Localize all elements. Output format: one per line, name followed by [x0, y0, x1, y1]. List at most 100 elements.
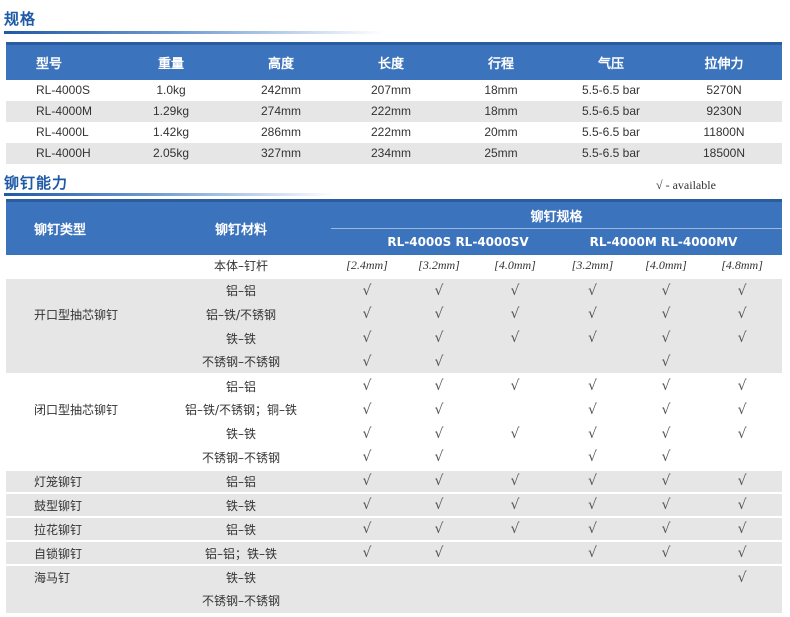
spec-header-weight: 重量: [116, 42, 226, 80]
rivet-type-cell: [6, 350, 151, 374]
spec-header-height: 高度: [226, 42, 336, 80]
spec-table-body: RL-4000S 1.0kg 242mm 207mm 18mm 5.5-6.5 bar 52…: [6, 80, 782, 164]
check-icon: √: [555, 516, 630, 542]
check-icon: √: [403, 492, 475, 518]
empty-check-cell: [475, 540, 555, 566]
spec-cell: 1.42kg: [152, 125, 190, 139]
check-icon: √: [475, 277, 555, 303]
rivet-material-cell: 铝–铝: [151, 372, 331, 398]
size-cell: [4.0mm]: [645, 258, 687, 273]
check-icon: √: [403, 397, 475, 422]
check-icon: √: [403, 372, 475, 398]
empty-check-cell: [702, 350, 783, 374]
rivet-type-cell: [6, 326, 151, 351]
spec-cell: 5.5-6.5 bar: [556, 142, 666, 164]
check-icon: √: [702, 564, 783, 589]
check-icon: √: [630, 516, 702, 542]
rivet-material-cell: 铁–铁: [151, 492, 331, 518]
spec-title-underline: [4, 31, 384, 34]
spec-cell: 242mm: [260, 83, 301, 97]
check-icon: √: [331, 372, 403, 398]
empty-check-cell: [555, 350, 630, 374]
capability-row: 不锈钢–不锈钢 √ √ √ √: [6, 445, 783, 470]
empty-check-cell: [475, 350, 555, 374]
spec-cell: RL-4000S: [36, 83, 91, 97]
rivet-type-cell: 灯笼铆钉: [6, 468, 151, 494]
spec-row: RL-4000S 1.0kg 242mm 207mm 18mm 5.5-6.5 bar 52…: [6, 80, 782, 101]
capability-row: 鼓型铆钉 铁–铁 √ √ √ √ √ √: [6, 492, 783, 518]
capability-table: 铆钉类型 铆钉材料 铆钉规格 RL-4000S RL-4000SV RL-400…: [6, 199, 783, 613]
spec-cell: 1.29kg: [116, 100, 226, 122]
rivet-type-cell: 拉花铆钉: [6, 516, 151, 542]
check-icon: √: [555, 372, 630, 398]
check-icon: √: [630, 492, 702, 518]
capability-row: 海马钉 铁–铁 √: [6, 564, 783, 589]
size-row: 本体–钉杆 [2.4mm] [3.2mm] [4.0mm] [3.2mm] [4…: [6, 255, 782, 279]
rivet-material-cell: 铁–铁: [151, 564, 331, 589]
check-icon: √: [331, 468, 403, 494]
check-icon: √: [630, 445, 702, 470]
rivet-material-cell: 不锈钢–不锈钢: [151, 350, 331, 374]
capability-row: 铁–铁 √ √ √ √ √ √: [6, 326, 783, 351]
empty-check-cell: [331, 564, 403, 589]
spec-cell: 5270N: [706, 83, 742, 97]
rivet-type-cell: 海马钉: [6, 564, 151, 589]
empty-check-cell: [702, 588, 783, 613]
rivet-type-cell: [6, 277, 151, 303]
check-icon: √: [331, 326, 403, 351]
size-cell: [4.0mm]: [494, 258, 536, 273]
spec-row: RL-4000H 2.05kg 327mm 234mm 25mm 5.5-6.5 bar 1…: [6, 142, 782, 164]
header-models-s-sv: RL-4000S RL-4000SV: [331, 228, 555, 255]
spec-cell: 5.5-6.5 bar: [581, 83, 641, 97]
size-cell: [2.4mm]: [346, 258, 388, 273]
rivet-type-cell: 鼓型铆钉: [6, 492, 151, 518]
spec-cell: 286mm: [260, 125, 301, 139]
spec-cell: 20mm: [484, 125, 518, 139]
spec-section-title: 规格: [4, 10, 37, 28]
check-icon: √: [331, 302, 403, 327]
availability-legend: √ - available: [656, 178, 716, 192]
capability-row: 铝–铝 √ √ √ √ √ √: [6, 372, 783, 398]
rivet-type-cell: 开口型抽芯铆钉: [6, 302, 151, 327]
header-rivet-spec: 铆钉规格: [331, 199, 783, 229]
check-icon: √: [475, 326, 555, 351]
spec-cell: 222mm: [370, 125, 411, 139]
check-icon: √: [555, 468, 630, 494]
check-icon: √: [702, 397, 783, 422]
check-icon: √: [702, 302, 783, 327]
check-icon: √: [331, 397, 403, 422]
rivet-material-cell: 铝–铁/不锈钢；铜–铁: [151, 397, 331, 422]
empty-check-cell: [475, 445, 555, 470]
empty-check-cell: [555, 564, 630, 589]
empty-check-cell: [475, 564, 555, 589]
check-icon: √: [630, 326, 702, 351]
empty-check-cell: [403, 588, 475, 613]
rivet-material-cell: 铝–铁: [151, 516, 331, 542]
spec-cell: 9230N: [666, 100, 782, 122]
spec-cell: 18500N: [666, 142, 782, 164]
check-icon: √: [555, 445, 630, 470]
rivet-material-cell: 铝–铁/不锈钢: [151, 302, 331, 327]
spec-cell: 222mm: [336, 100, 446, 122]
check-icon: √: [630, 350, 702, 374]
check-icon: √: [331, 277, 403, 303]
check-icon: √: [702, 516, 783, 542]
spec-cell: 11800N: [703, 125, 745, 139]
rivet-material-cell: 铝–铝；铁–铁: [151, 540, 331, 566]
spec-cell: RL-4000M: [6, 100, 116, 122]
spec-cell: 2.05kg: [116, 142, 226, 164]
empty-check-cell: [331, 588, 403, 613]
empty-check-cell: [475, 397, 555, 422]
spec-cell: RL-4000L: [36, 125, 89, 139]
check-icon: √: [475, 516, 555, 542]
size-cell: [3.2mm]: [571, 258, 614, 273]
check-icon: √: [630, 468, 702, 494]
size-row-label: 本体–钉杆: [213, 259, 268, 274]
size-row-blank: [6, 255, 151, 279]
capability-row: 拉花铆钉 铝–铁 √ √ √ √ √ √: [6, 516, 783, 542]
check-icon: √: [630, 397, 702, 422]
spec-header-pulling-force: 拉伸力: [666, 42, 782, 80]
capability-row: 不锈钢–不锈钢 √ √ √: [6, 350, 783, 374]
capability-row: 不锈钢–不锈钢: [6, 588, 783, 613]
rivet-type-cell: 自锁铆钉: [6, 540, 151, 566]
